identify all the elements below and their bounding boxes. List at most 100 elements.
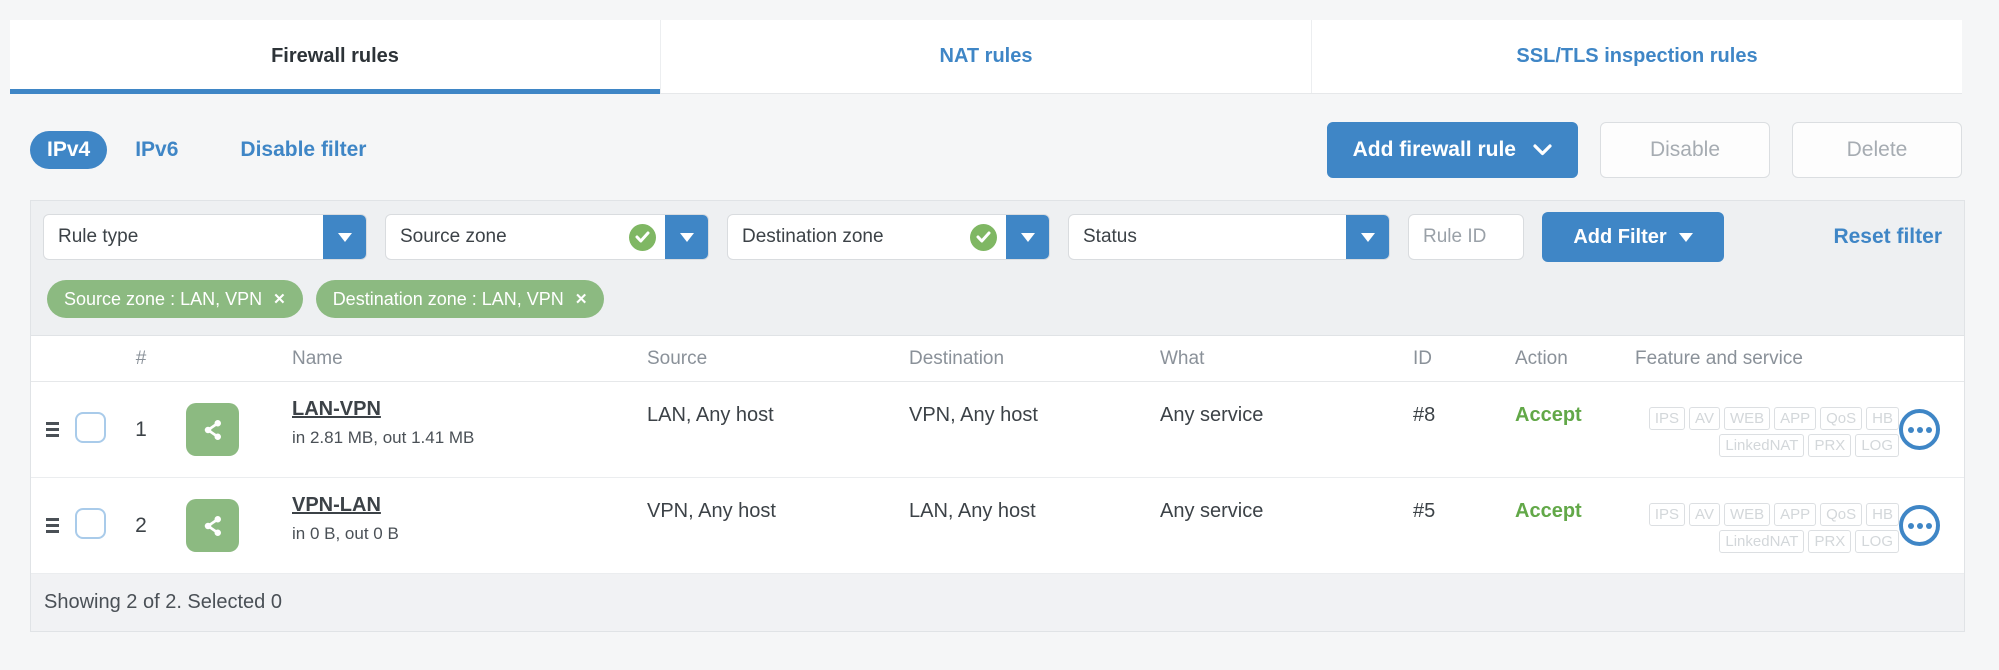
row-menu-ellipsis-icon[interactable]: [1899, 505, 1940, 546]
tab-label: Firewall rules: [271, 45, 399, 67]
rule-destination: LAN, Any host: [909, 500, 1036, 522]
feature-badge: HB: [1866, 502, 1899, 526]
table-header: # Name Source Destination What ID Action…: [31, 336, 1964, 382]
add-firewall-rule-label: Add firewall rule: [1352, 138, 1516, 161]
feature-badge: LOG: [1855, 433, 1899, 457]
filter-controls: Rule type Source zone Destination zone S…: [43, 212, 1952, 262]
remove-filter-icon[interactable]: ✕: [575, 290, 588, 308]
triangle-down-icon: [337, 232, 352, 242]
add-filter-button[interactable]: Add Filter: [1542, 212, 1724, 262]
delete-button[interactable]: Delete: [1792, 122, 1962, 178]
triangle-down-icon: [1678, 232, 1693, 242]
feature-badge: LOG: [1855, 529, 1899, 553]
drag-handle-icon[interactable]: [46, 422, 65, 437]
add-firewall-rule-button[interactable]: Add firewall rule: [1326, 122, 1578, 178]
destination-zone-dropdown[interactable]: Destination zone: [727, 214, 1050, 260]
reset-filter-link[interactable]: Reset filter: [1833, 225, 1942, 249]
rule-action: Accept: [1515, 500, 1582, 522]
feature-badge: PRX: [1808, 433, 1852, 457]
rule-destination: VPN, Any host: [909, 404, 1038, 426]
feature-badge: QoS: [1820, 502, 1863, 526]
table-row: 2 VPN-LAN in 0 B, out 0 B VPN, Any host …: [31, 478, 1964, 574]
column-header-destination: Destination: [909, 347, 1005, 369]
triangle-down-icon: [1360, 232, 1375, 242]
row-number: 2: [135, 513, 147, 537]
column-header-what: What: [1160, 347, 1205, 369]
feature-badge: LinkedNAT: [1719, 433, 1805, 457]
remove-filter-icon[interactable]: ✕: [273, 290, 286, 308]
rule-traffic-stats: in 2.81 MB, out 1.41 MB: [292, 428, 475, 447]
feature-badge: APP: [1774, 502, 1817, 526]
dropdown-label: Source zone: [400, 226, 507, 247]
rule-name-link[interactable]: LAN-VPN: [292, 398, 381, 421]
tab-ssl-tls-inspection-rules[interactable]: SSL/TLS inspection rules: [1312, 20, 1962, 93]
triangle-down-icon: [679, 232, 694, 242]
source-zone-filter-chip[interactable]: Source zone : LAN, VPN ✕: [47, 280, 303, 318]
feature-badge: IPS: [1648, 502, 1686, 526]
drag-handle-icon[interactable]: [46, 518, 65, 533]
feature-badges: IPS AV WEB APP QoS HB LinkedNAT PRX LOG: [1605, 499, 1899, 553]
rule-type-dropdown[interactable]: Rule type: [43, 214, 367, 260]
table-footer: Showing 2 of 2. Selected 0: [31, 574, 1964, 631]
tab-nat-rules[interactable]: NAT rules: [661, 20, 1312, 93]
dropdown-toggle-button[interactable]: [323, 215, 366, 259]
active-filter-chips: Source zone : LAN, VPN ✕ Destination zon…: [47, 280, 1952, 318]
dropdown-toggle-button[interactable]: [665, 215, 708, 259]
dropdown-toggle-button[interactable]: [1346, 215, 1389, 259]
traffic-share-icon: [186, 403, 239, 456]
rule-name-link[interactable]: VPN-LAN: [292, 494, 381, 517]
feature-badge: LinkedNAT: [1719, 529, 1805, 553]
rule-what: Any service: [1160, 500, 1264, 522]
column-header-id: ID: [1413, 347, 1432, 369]
feature-badge: QoS: [1820, 406, 1863, 430]
ipv4-toggle[interactable]: IPv4: [30, 131, 108, 169]
tab-label: NAT rules: [939, 45, 1033, 67]
row-number: 1: [135, 417, 147, 441]
rule-source: VPN, Any host: [647, 500, 776, 522]
toolbar-actions: Add firewall rule Disable Delete: [1326, 122, 1962, 178]
filter-applied-check-icon: [970, 223, 997, 251]
tab-firewall-rules[interactable]: Firewall rules: [10, 20, 661, 94]
firewall-rules-panel: Rule type Source zone Destination zone S…: [30, 200, 1965, 632]
dropdown-label: Destination zone: [742, 226, 884, 247]
dropdown-toggle-button[interactable]: [1006, 215, 1049, 259]
feature-badge: AV: [1689, 502, 1720, 526]
column-header-name: Name: [292, 347, 343, 369]
rule-id-input[interactable]: [1408, 214, 1524, 260]
row-checkbox[interactable]: [75, 411, 106, 443]
rule-action: Accept: [1515, 404, 1582, 426]
traffic-share-icon: [186, 499, 239, 552]
tab-bar: Firewall rules NAT rules SSL/TLS inspect…: [10, 20, 1962, 94]
feature-badge: AV: [1689, 406, 1720, 430]
source-zone-dropdown[interactable]: Source zone: [385, 214, 709, 260]
rule-id: #8: [1413, 404, 1436, 426]
add-filter-label: Add Filter: [1573, 225, 1667, 248]
dropdown-label: Rule type: [58, 226, 139, 247]
column-header-feature: Feature and service: [1635, 347, 1803, 369]
filter-applied-check-icon: [629, 223, 656, 251]
destination-zone-filter-chip[interactable]: Destination zone : LAN, VPN ✕: [315, 280, 605, 318]
feature-badge: HB: [1866, 406, 1899, 430]
disable-filter-link[interactable]: Disable filter: [240, 138, 366, 162]
column-header-number: #: [135, 347, 147, 369]
ipv6-toggle[interactable]: IPv6: [135, 138, 178, 162]
toolbar: IPv4 IPv6 Disable filter Add firewall ru…: [30, 114, 1962, 186]
feature-badge: APP: [1774, 406, 1817, 430]
row-checkbox[interactable]: [75, 507, 106, 539]
status-dropdown[interactable]: Status: [1068, 214, 1390, 260]
rule-what: Any service: [1160, 404, 1264, 426]
column-header-source: Source: [647, 347, 708, 369]
showing-summary: Showing 2 of 2. Selected 0: [44, 591, 282, 613]
rule-source: LAN, Any host: [647, 404, 774, 426]
feature-badge: IPS: [1648, 406, 1686, 430]
feature-badge: PRX: [1808, 529, 1852, 553]
chip-label: Source zone : LAN, VPN: [64, 288, 263, 309]
row-menu-ellipsis-icon[interactable]: [1899, 409, 1940, 450]
tab-label: SSL/TLS inspection rules: [1516, 45, 1758, 67]
filter-section: Rule type Source zone Destination zone S…: [31, 201, 1964, 336]
chip-label: Destination zone : LAN, VPN: [332, 288, 564, 309]
ip-version-toggle: IPv4 IPv6 Disable filter: [30, 131, 366, 169]
rule-traffic-stats: in 0 B, out 0 B: [292, 524, 399, 543]
feature-badge: WEB: [1723, 502, 1771, 526]
disable-button[interactable]: Disable: [1600, 122, 1770, 178]
